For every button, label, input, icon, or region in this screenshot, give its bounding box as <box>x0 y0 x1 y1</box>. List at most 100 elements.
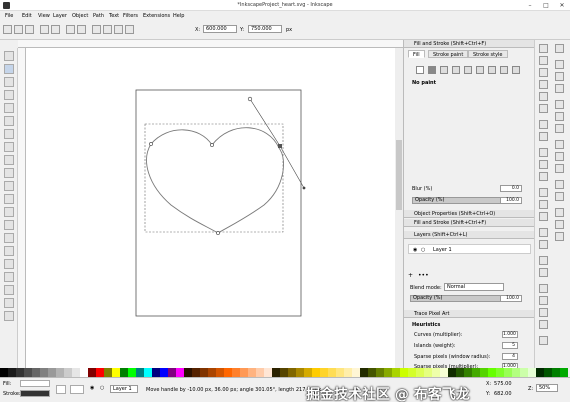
swatch[interactable] <box>264 368 272 377</box>
swatch[interactable] <box>352 368 360 377</box>
connector-tool-icon[interactable] <box>4 311 14 321</box>
swatch[interactable] <box>152 368 160 377</box>
swatch[interactable] <box>160 368 168 377</box>
snap-guides-icon[interactable] <box>555 232 564 241</box>
text-font-dialog-icon[interactable] <box>539 296 548 305</box>
swatch[interactable] <box>344 368 352 377</box>
snap-bbox-icon[interactable] <box>555 60 564 69</box>
swatch[interactable] <box>8 368 16 377</box>
swatch[interactable] <box>400 368 408 377</box>
swatch[interactable] <box>536 368 544 377</box>
swatch[interactable] <box>424 368 432 377</box>
zoom-field[interactable]: 50% <box>536 384 558 392</box>
pattern-icon[interactable] <box>476 66 484 74</box>
redo-icon[interactable] <box>539 132 548 141</box>
minimize-button[interactable]: – <box>522 0 538 11</box>
new-document-icon[interactable] <box>539 44 548 53</box>
menu-path[interactable]: Path <box>93 13 104 19</box>
snap-bbox-edges-icon[interactable] <box>555 72 564 81</box>
pencil-tool-icon[interactable] <box>4 181 14 191</box>
handle-point[interactable] <box>247 96 253 102</box>
swatch[interactable] <box>48 368 56 377</box>
swatch[interactable] <box>200 368 208 377</box>
deselect-icon[interactable] <box>25 25 34 34</box>
horizontal-ruler[interactable] <box>18 40 403 48</box>
swatch[interactable] <box>320 368 328 377</box>
swatch[interactable] <box>176 368 184 377</box>
swatch[interactable] <box>80 368 88 377</box>
swatch[interactable] <box>32 368 40 377</box>
snap-page-border-icon[interactable] <box>555 208 564 217</box>
raise-icon[interactable] <box>103 25 112 34</box>
path-node[interactable] <box>216 231 220 235</box>
add-layer-icon[interactable]: + <box>408 272 413 279</box>
duplicate-icon[interactable] <box>539 228 548 237</box>
tweak-tool-icon[interactable] <box>4 77 14 87</box>
zoom-drawing-icon[interactable] <box>539 200 548 209</box>
menu-help[interactable]: Help <box>173 13 184 19</box>
paste-icon[interactable] <box>539 172 548 181</box>
swatch[interactable] <box>544 368 552 377</box>
no-paint-icon[interactable] <box>416 66 424 74</box>
raise-to-top-icon[interactable] <box>92 25 101 34</box>
snap-paths-icon[interactable] <box>555 112 564 121</box>
zoom-selection-icon[interactable] <box>539 188 548 197</box>
swatch[interactable] <box>192 368 200 377</box>
trace-pixel-art-header[interactable]: Trace Pixel Art <box>404 310 535 318</box>
lock-icon[interactable]: ○ <box>100 385 108 394</box>
swatch[interactable] <box>40 368 48 377</box>
swatch[interactable] <box>24 368 32 377</box>
swatch[interactable] <box>440 368 448 377</box>
opacity-field[interactable]: 100.0 <box>500 197 522 204</box>
swatch[interactable] <box>72 368 80 377</box>
islands-field[interactable]: 5 <box>502 342 518 349</box>
layer-row[interactable]: ◉ ○ Layer 1 <box>408 244 531 254</box>
swatch[interactable] <box>128 368 136 377</box>
select-all-layers-icon[interactable] <box>14 25 23 34</box>
swatch[interactable] <box>504 368 512 377</box>
close-button[interactable]: ✕ <box>554 0 570 11</box>
lower-to-bottom-icon[interactable] <box>125 25 134 34</box>
fill-indicator[interactable] <box>20 380 50 387</box>
swatch[interactable] <box>336 368 344 377</box>
layer-name[interactable]: Layer 1 <box>433 247 452 253</box>
swatch[interactable] <box>96 368 104 377</box>
swatch[interactable] <box>432 368 440 377</box>
swatch[interactable] <box>288 368 296 377</box>
ungroup-icon[interactable] <box>539 268 548 277</box>
swatch[interactable] <box>0 368 8 377</box>
swatch[interactable] <box>168 368 176 377</box>
menu-filters[interactable]: Filters <box>123 13 138 19</box>
fill-rule-icon[interactable] <box>512 66 520 74</box>
swatch[interactable] <box>312 368 320 377</box>
stroke-width-field[interactable] <box>56 385 66 394</box>
swatch[interactable] <box>408 368 416 377</box>
vertical-ruler[interactable] <box>18 48 26 368</box>
swatch[interactable] <box>416 368 424 377</box>
open-icon[interactable] <box>539 56 548 65</box>
tab-fill[interactable]: Fill <box>408 50 425 58</box>
stroke-indicator[interactable] <box>20 390 50 397</box>
swatch[interactable] <box>216 368 224 377</box>
swatch[interactable] <box>16 368 24 377</box>
swatch[interactable] <box>64 368 72 377</box>
swatch[interactable] <box>384 368 392 377</box>
handle-point-2[interactable] <box>302 186 306 190</box>
clone-icon[interactable] <box>539 240 548 249</box>
linear-gradient-icon[interactable] <box>440 66 448 74</box>
menu-extensions[interactable]: Extensions <box>143 13 170 19</box>
unit-label[interactable]: px <box>286 27 292 33</box>
current-layer-select[interactable]: Layer 1 <box>110 385 138 393</box>
swatch[interactable] <box>456 368 464 377</box>
menu-text[interactable]: Text <box>109 13 119 19</box>
swatch[interactable] <box>328 368 336 377</box>
swatch[interactable] <box>392 368 400 377</box>
menu-view[interactable]: View <box>38 13 50 19</box>
swatch[interactable] <box>512 368 520 377</box>
y-field[interactable]: 750.000 <box>248 25 282 33</box>
select-all-icon[interactable] <box>3 25 12 34</box>
layers-header[interactable]: Layers (Shift+Ctrl+L) <box>404 231 535 239</box>
snap-nodes-icon[interactable] <box>555 100 564 109</box>
lock-icon[interactable]: ○ <box>421 247 425 253</box>
swatch[interactable] <box>144 368 152 377</box>
